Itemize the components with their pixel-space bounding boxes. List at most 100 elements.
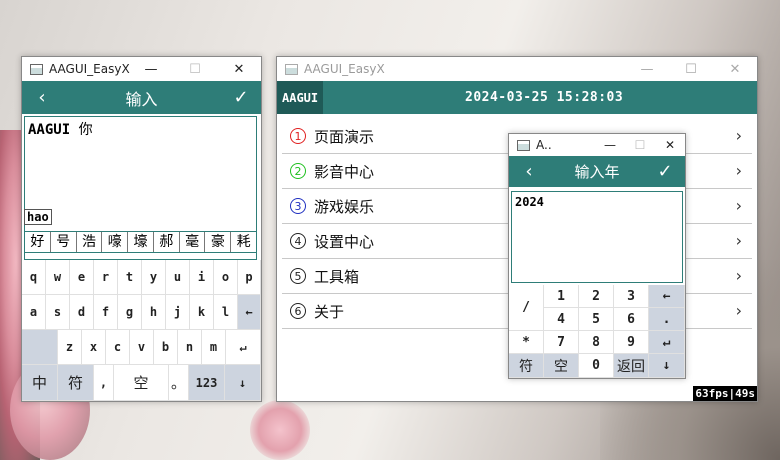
key-3[interactable]: 3: [614, 285, 649, 308]
close-button[interactable]: ✕: [217, 57, 261, 81]
key-c[interactable]: c: [106, 330, 130, 365]
app-tag: AAGUI: [277, 81, 324, 114]
key-v[interactable]: v: [130, 330, 154, 365]
year-input-field[interactable]: 2024: [511, 191, 683, 283]
candidate-bar: 好 号 浩 嚎 壕 郝 毫 豪 耗: [24, 231, 257, 253]
key-2[interactable]: 2: [579, 285, 614, 308]
menu-item-label: 影音中心: [314, 162, 375, 181]
numeric-keypad: / 1 2 3 ← 4 5 6 . * 7 8 9 ↵ 符 空 0 返回 ↓: [509, 285, 685, 378]
key-9[interactable]: 9: [614, 331, 649, 354]
shift-key[interactable]: [22, 330, 58, 365]
datetime-display: 2024-03-25 15:28:03: [465, 90, 624, 105]
key-t[interactable]: t: [118, 260, 142, 295]
key-p[interactable]: p: [238, 260, 261, 295]
app-icon: [517, 139, 530, 151]
space-key[interactable]: 空: [544, 354, 579, 378]
number-badge: 3: [290, 198, 306, 214]
confirm-icon[interactable]: ✓: [221, 81, 261, 114]
comma-key[interactable]: ,: [94, 365, 114, 401]
keyboard-row-3: z x c v b n m ↵: [22, 330, 261, 365]
close-button[interactable]: ✕: [713, 57, 757, 81]
close-button[interactable]: ✕: [655, 134, 685, 156]
key-e[interactable]: e: [70, 260, 94, 295]
symbol-key[interactable]: 符: [509, 354, 544, 378]
keyboard-row-4: 中 符 , 空 。 123 ↓: [22, 365, 261, 401]
symbol-key[interactable]: 符: [58, 365, 94, 401]
key-y[interactable]: y: [142, 260, 166, 295]
year-input-window: A.. — ☐ ✕ ‹ 输入年 ✓ 2024 / 1 2 3 ← 4 5 6 .…: [508, 133, 686, 379]
menu-item-label: 游戏娱乐: [314, 197, 375, 216]
key-0[interactable]: 0: [579, 354, 614, 378]
key-k[interactable]: k: [190, 295, 214, 330]
chevron-right-icon: ›: [735, 196, 742, 215]
key-m[interactable]: m: [202, 330, 226, 365]
back-icon[interactable]: ‹: [22, 81, 62, 114]
enter-key[interactable]: ↵: [226, 330, 261, 365]
title-bar[interactable]: AAGUI_EasyX — ☐ ✕: [277, 57, 757, 81]
key-1[interactable]: 1: [544, 285, 579, 308]
period-key[interactable]: 。: [169, 365, 189, 401]
backspace-key[interactable]: ←: [238, 295, 261, 330]
maximize-button[interactable]: ☐: [669, 57, 713, 81]
key-dot[interactable]: .: [649, 308, 685, 331]
key-4[interactable]: 4: [544, 308, 579, 331]
candidate-item[interactable]: 号: [51, 232, 77, 252]
key-a[interactable]: a: [22, 295, 46, 330]
key-g[interactable]: g: [118, 295, 142, 330]
key-u[interactable]: u: [166, 260, 190, 295]
key-d[interactable]: d: [70, 295, 94, 330]
app-icon: [30, 63, 43, 75]
candidate-item[interactable]: 好: [25, 232, 51, 252]
numbers-key[interactable]: 123: [189, 365, 225, 401]
key-f[interactable]: f: [94, 295, 118, 330]
key-b[interactable]: b: [154, 330, 178, 365]
candidate-item[interactable]: 壕: [128, 232, 154, 252]
backspace-key[interactable]: ←: [649, 285, 685, 308]
key-i[interactable]: i: [190, 260, 214, 295]
key-o[interactable]: o: [214, 260, 238, 295]
candidate-item[interactable]: 豪: [205, 232, 232, 252]
hide-keypad-key[interactable]: ↓: [649, 354, 685, 378]
key-l[interactable]: l: [214, 295, 238, 330]
key-5[interactable]: 5: [579, 308, 614, 331]
background-pink-blob: [250, 400, 310, 460]
key-n[interactable]: n: [178, 330, 202, 365]
candidate-item[interactable]: 毫: [180, 232, 206, 252]
key-7[interactable]: 7: [544, 331, 579, 354]
title-bar[interactable]: A.. — ☐ ✕: [509, 134, 685, 156]
key-j[interactable]: j: [166, 295, 190, 330]
candidate-item[interactable]: 浩: [77, 232, 103, 252]
space-key[interactable]: 空: [114, 365, 169, 401]
enter-key[interactable]: ↵: [649, 331, 685, 354]
candidate-item[interactable]: 耗: [231, 232, 256, 252]
number-badge: 4: [290, 233, 306, 249]
key-star[interactable]: *: [509, 331, 544, 354]
confirm-icon[interactable]: ✓: [645, 156, 685, 187]
back-icon[interactable]: ‹: [509, 156, 549, 187]
key-8[interactable]: 8: [579, 331, 614, 354]
minimize-button[interactable]: —: [595, 134, 625, 156]
minimize-button[interactable]: —: [625, 57, 669, 81]
key-z[interactable]: z: [58, 330, 82, 365]
minimize-button[interactable]: —: [129, 57, 173, 81]
title-bar[interactable]: AAGUI_EasyX — ☐ ✕: [22, 57, 261, 81]
maximize-button[interactable]: ☐: [173, 57, 217, 81]
key-q[interactable]: q: [22, 260, 46, 295]
key-6[interactable]: 6: [614, 308, 649, 331]
return-key[interactable]: 返回: [614, 354, 649, 378]
key-s[interactable]: s: [46, 295, 70, 330]
candidate-item[interactable]: 嚎: [102, 232, 129, 252]
app-header: ‹ 输入年 ✓: [509, 156, 685, 187]
key-x[interactable]: x: [82, 330, 106, 365]
number-badge: 5: [290, 268, 306, 284]
maximize-button[interactable]: ☐: [625, 134, 655, 156]
key-h[interactable]: h: [142, 295, 166, 330]
key-slash[interactable]: /: [509, 285, 544, 331]
language-key[interactable]: 中: [22, 365, 58, 401]
key-r[interactable]: r: [94, 260, 118, 295]
hide-keyboard-key[interactable]: ↓: [225, 365, 261, 401]
fps-counter: 63fps|49s: [693, 386, 757, 401]
candidate-item[interactable]: 郝: [154, 232, 180, 252]
chevron-right-icon: ›: [735, 231, 742, 250]
key-w[interactable]: w: [46, 260, 70, 295]
